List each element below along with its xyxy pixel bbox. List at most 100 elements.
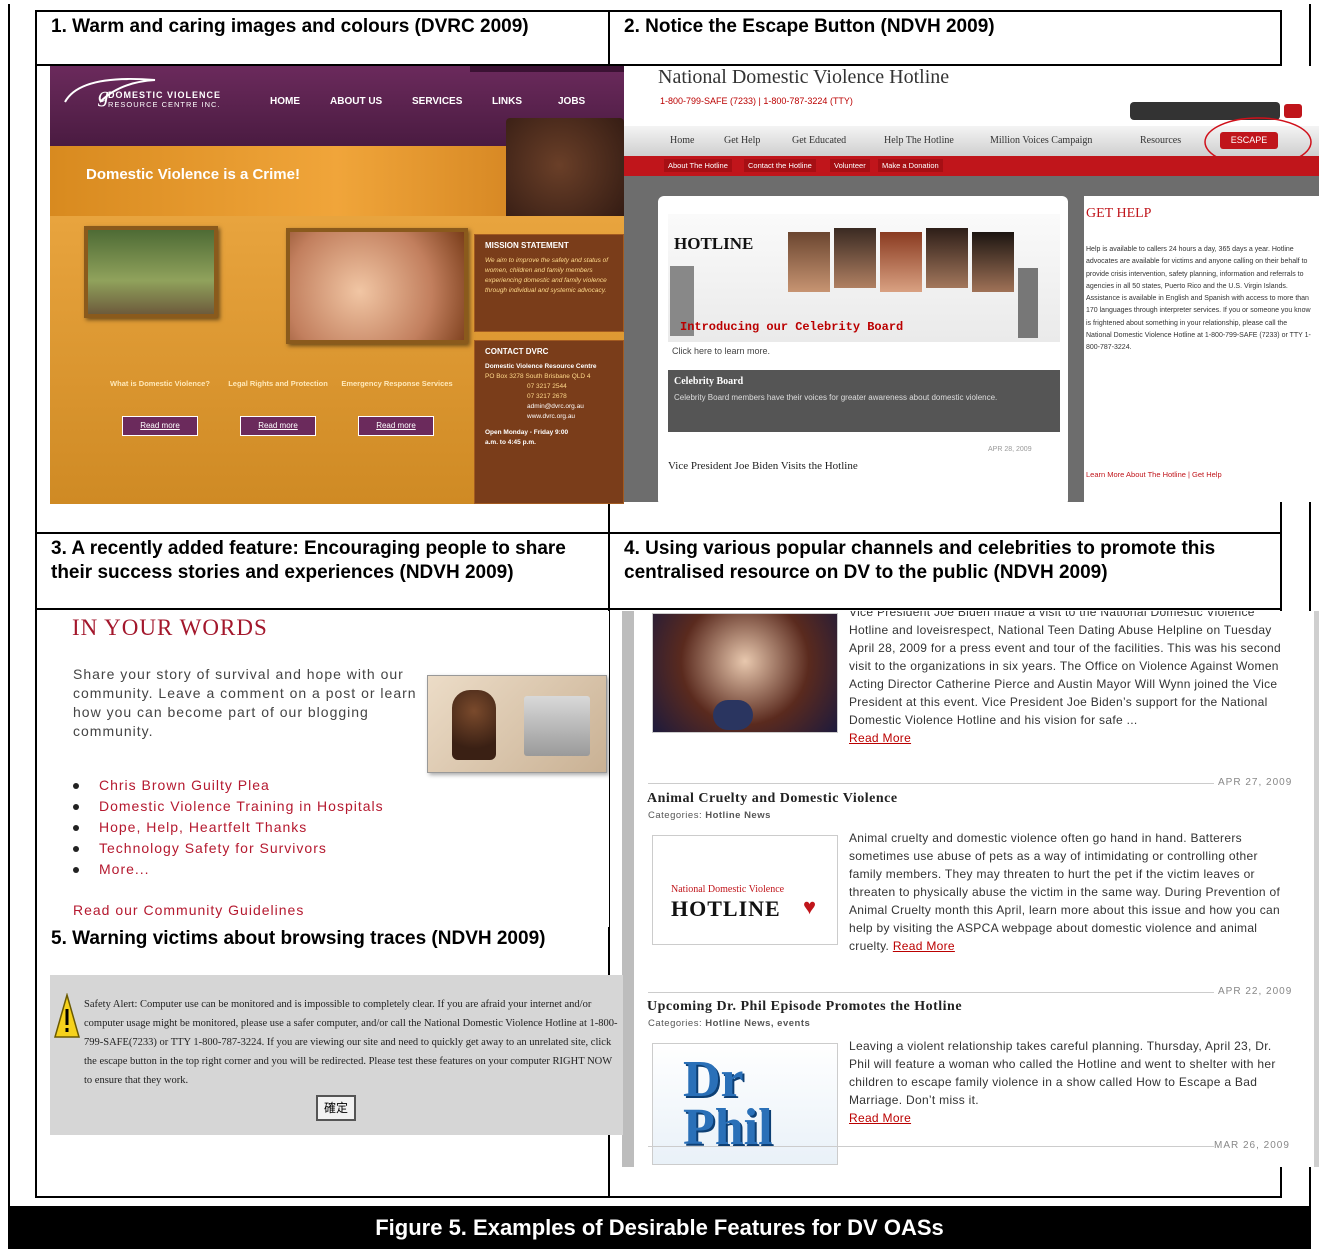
carousel-next-icon[interactable] (1018, 268, 1038, 338)
dvrc-headline: Domestic Violence is a Crime! (86, 166, 300, 183)
dvrc-logo-line1: DOMESTIC VIOLENCE (108, 90, 222, 100)
ndvh-feature-title[interactable]: Introducing our Celebrity Board (680, 320, 903, 334)
dvrc-contact-title: CONTACT DVRC (485, 347, 549, 356)
read-more-link[interactable]: Read More (893, 939, 955, 953)
dvrc-contact-fax: 07 3217 2678 (527, 393, 567, 400)
dvrc-read-more-button[interactable]: Read more (240, 416, 316, 436)
grid-line (35, 10, 1282, 12)
post2-text: Animal cruelty and domestic violence oft… (849, 831, 1281, 953)
community-guidelines-link[interactable]: Read our Community Guidelines (73, 902, 304, 918)
computer-monitor (524, 696, 590, 756)
ndvh-subnav-about[interactable]: About The Hotline (664, 159, 732, 172)
hotline-logo-top: National Domestic Violence (671, 884, 785, 895)
dvrc-mission-title: MISSION STATEMENT (485, 241, 569, 250)
heart-icon: ♥ (803, 894, 817, 919)
ndvh-board-text: Celebrity Board members have their voice… (674, 393, 998, 402)
story-link[interactable]: Domestic Violence Training in Hospitals (73, 796, 384, 817)
more-link[interactable]: More... (73, 859, 384, 880)
dvrc-contact-web[interactable]: www.dvrc.org.au (475, 412, 623, 422)
hotline-logo-main: HOTLINE (671, 896, 781, 921)
dvrc-hours: Open Monday - Friday 9:00 a.m. to 4:45 p… (485, 429, 569, 446)
celebrity-photo (972, 232, 1014, 292)
ndvh-nav-home[interactable]: Home (670, 135, 694, 146)
cell-3-title: 3. A recently added feature: Encouraging… (51, 538, 566, 583)
celebrity-photo (880, 232, 922, 292)
dvrc-contact-box: CONTACT DVRC Domestic Violence Resource … (474, 340, 624, 504)
dvrc-link-what-is-dv[interactable]: What is Domestic Violence? (100, 378, 220, 389)
ndvh-carousel: HOTLINE Introducing our Celebrity Board (668, 214, 1060, 342)
ndvh-blog-screenshot: Vice President Joe Biden made a visit to… (622, 611, 1319, 1167)
woman-figure (452, 690, 496, 760)
in-your-words-heading: IN YOUR WORDS (72, 615, 268, 640)
ndvh-get-help-sidebar: GET HELP Help is available to callers 24… (1084, 196, 1319, 502)
ndvh-nav-get-help[interactable]: Get Help (724, 135, 760, 146)
dvrc-search-box[interactable] (470, 66, 624, 72)
post3-categories: Categories: Hotline News, events (648, 1018, 811, 1029)
dvrc-nav-jobs[interactable]: JOBS (558, 96, 585, 107)
post2-categories: Categories: Hotline News (648, 810, 771, 821)
ndvh-post-title[interactable]: Vice President Joe Biden Visits the Hotl… (668, 460, 858, 472)
podium-seal (713, 700, 753, 730)
ok-button[interactable]: 確定 (316, 1095, 356, 1121)
celebrity-photo (834, 228, 876, 288)
dvrc-nav-links[interactable]: LINKS (492, 96, 522, 107)
dvrc-photo-hands (286, 228, 468, 344)
celebrity-photo (926, 228, 968, 288)
grid-line (35, 532, 1282, 534)
ndvh-learn-more[interactable]: Learn More About The Hotline | Get Help (1086, 470, 1222, 479)
dvrc-mission-text: We aim to improve the safety and status … (485, 257, 609, 294)
dvrc-link-legal-rights[interactable]: Legal Rights and Protection (218, 378, 338, 389)
dvrc-link-emergency[interactable]: Emergency Response Services (337, 378, 457, 389)
dvrc-contact-address: PO Box 3278 South Brisbane QLD 4 (485, 373, 591, 380)
ndvh-subnav-donate[interactable]: Make a Donation (878, 159, 943, 172)
in-your-words-intro: Share your story of survival and hope wi… (73, 666, 417, 739)
biden-photo (652, 613, 838, 733)
read-more-link[interactable]: Read More (849, 1111, 911, 1125)
ndvh-subnav-volunteer[interactable]: Volunteer (830, 159, 870, 172)
figure-caption: Figure 5. Examples of Desirable Features… (8, 1206, 1311, 1249)
dvrc-read-more-button[interactable]: Read more (122, 416, 198, 436)
post-divider (648, 1146, 1214, 1147)
ndvh-get-help-title: GET HELP (1086, 206, 1152, 221)
post-date: APR 22, 2009 (1218, 986, 1293, 997)
dvrc-nav-about[interactable]: ABOUT US (330, 96, 382, 107)
dvrc-nav-home[interactable]: HOME (270, 96, 300, 107)
page-gutter (622, 611, 634, 1167)
dvrc-logo-line2: RESOURCE CENTRE INC. (108, 100, 221, 109)
cell-5-title: 5. Warning victims about browsing traces… (51, 928, 546, 949)
post-date: APR 27, 2009 (1218, 777, 1293, 788)
story-link[interactable]: Hope, Help, Heartfelt Thanks (73, 817, 384, 838)
grid-line (35, 608, 1282, 610)
dvrc-contact-email[interactable]: admin@dvrc.org.au (475, 402, 623, 412)
scrollbar[interactable] (1314, 611, 1319, 1167)
dvrc-contact-phone: 07 3217 2544 (527, 383, 567, 390)
post-divider (648, 992, 1214, 993)
read-more-link[interactable]: Read More (849, 731, 911, 745)
dvrc-read-more-button[interactable]: Read more (358, 416, 434, 436)
ndvh-nav-resources[interactable]: Resources (1140, 135, 1181, 146)
ndvh-phone: 1-800-799-SAFE (7233) | 1-800-787-3224 (… (660, 96, 853, 106)
post2-title[interactable]: Animal Cruelty and Domestic Violence (647, 791, 898, 807)
cell-4-title: 4. Using various popular channels and ce… (624, 538, 1216, 583)
ndvh-click-here[interactable]: Click here to learn more. (672, 346, 770, 356)
safety-alert-dialog: Safety Alert: Computer use can be monito… (50, 975, 623, 1135)
post3-text: Leaving a violent relationship takes car… (849, 1039, 1276, 1125)
ndvh-nav-help-hotline[interactable]: Help The Hotline (884, 135, 954, 146)
ndvh-site-title: National Domestic Violence Hotline (658, 66, 950, 88)
ndvh-nav-get-educated[interactable]: Get Educated (792, 135, 846, 146)
dr-phil-logo: Dr Phil (683, 1051, 773, 1156)
story-list: Chris Brown Guilty Plea Domestic Violenc… (73, 775, 384, 880)
story-link[interactable]: Chris Brown Guilty Plea (73, 775, 384, 796)
warning-icon (54, 993, 80, 1038)
hotline-logo-thumb: National Domestic Violence HOTLINE ♥ (652, 835, 838, 945)
ndvh-celebrity-board: Celebrity Board Celebrity Board members … (668, 370, 1060, 432)
ndvh-nav-million-voices[interactable]: Million Voices Campaign (990, 135, 1092, 146)
ndvh-home-screenshot: National Domestic Violence Hotline 1-800… (624, 66, 1319, 502)
post3-title[interactable]: Upcoming Dr. Phil Episode Promotes the H… (647, 999, 962, 1015)
in-your-words-screenshot: IN YOUR WORDS Share your story of surviv… (50, 611, 609, 927)
ndvh-subnav-contact[interactable]: Contact the Hotline (744, 159, 816, 172)
dvrc-screenshot: g DOMESTIC VIOLENCE RESOURCE CENTRE INC.… (50, 66, 624, 504)
story-link[interactable]: Technology Safety for Survivors (73, 838, 384, 859)
cell-1-title: 1. Warm and caring images and colours (D… (51, 16, 529, 37)
dvrc-nav-services[interactable]: SERVICES (412, 96, 462, 107)
